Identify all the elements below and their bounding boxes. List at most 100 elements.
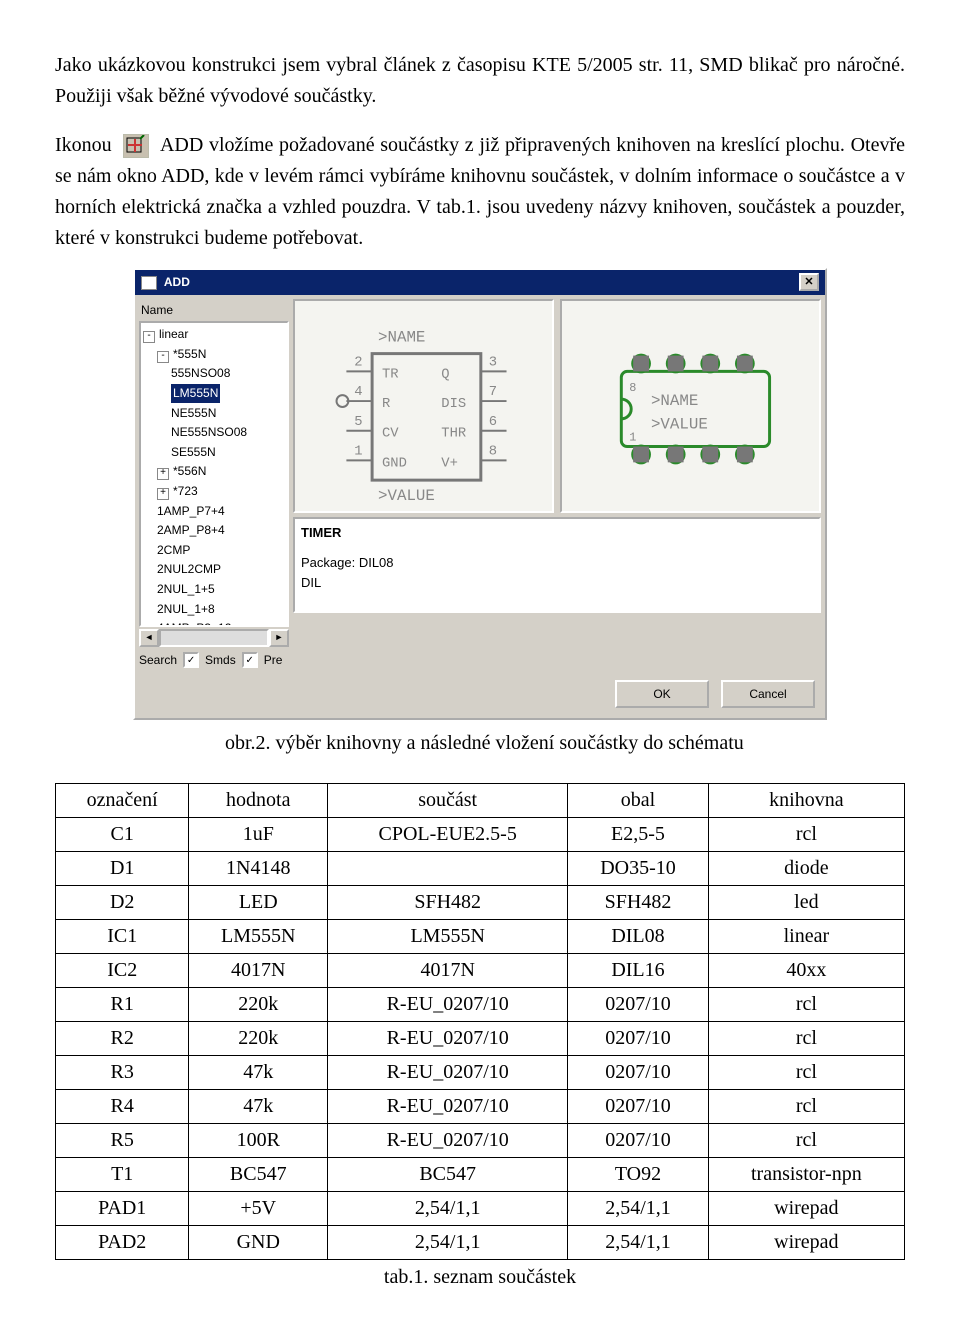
tree-group-556n[interactable]: *556N: [173, 464, 206, 478]
symbol-preview[interactable]: >NAME >VALUE: [293, 299, 554, 513]
table-cell: 2,54/1,1: [568, 1192, 708, 1226]
table-cell: IC2: [56, 954, 189, 988]
tree-expand-icon[interactable]: +: [157, 488, 169, 500]
table-row: IC1LM555NLM555NDIL08linear: [56, 920, 905, 954]
table-cell: DO35-10: [568, 852, 708, 886]
table-cell: D2: [56, 886, 189, 920]
tree-item[interactable]: 2AMP_P8+4: [143, 521, 287, 541]
info-package: Package: DIL08: [301, 553, 813, 573]
table-row: R5100RR-EU_0207/100207/10rcl: [56, 1124, 905, 1158]
table-cell: [328, 852, 568, 886]
table-cell: BC547: [189, 1158, 328, 1192]
table-cell: R-EU_0207/10: [328, 1124, 568, 1158]
intro-paragraph-2: Ikonou ADD vložíme požadované součástky …: [55, 130, 905, 254]
table-cell: SFH482: [568, 886, 708, 920]
preview-checkbox[interactable]: ✓: [242, 652, 258, 668]
table-cell: 0207/10: [568, 1056, 708, 1090]
table-cell: rcl: [708, 1124, 904, 1158]
table-row: R2220kR-EU_0207/100207/10rcl: [56, 1022, 905, 1056]
table-cell: +5V: [189, 1192, 328, 1226]
svg-text:>VALUE: >VALUE: [378, 486, 435, 504]
scroll-right-icon[interactable]: ►: [269, 629, 289, 647]
svg-text:6: 6: [489, 413, 497, 429]
table-cell: 0207/10: [568, 1022, 708, 1056]
table-cell: diode: [708, 852, 904, 886]
table-row: PAD2GND2,54/1,12,54/1,1wirepad: [56, 1226, 905, 1260]
tree-item[interactable]: 4AMP_P3+12: [143, 619, 287, 627]
info-title: TIMER: [301, 525, 341, 540]
svg-text:3: 3: [489, 354, 497, 370]
component-info: TIMER Package: DIL08 DIL: [293, 517, 821, 613]
table-cell: rcl: [708, 818, 904, 852]
tree-item[interactable]: SE555N: [171, 445, 216, 459]
tree-item[interactable]: 2NUL_1+8: [143, 600, 287, 620]
tree-item[interactable]: 555NSO08: [171, 366, 230, 380]
table-cell: DIL08: [568, 920, 708, 954]
table-cell: led: [708, 886, 904, 920]
th-obal: obal: [568, 784, 708, 818]
info-dil: DIL: [301, 573, 813, 593]
tree-group-723[interactable]: *723: [173, 484, 198, 498]
tree-item[interactable]: NE555NSO08: [171, 425, 247, 439]
table-cell: 220k: [189, 1022, 328, 1056]
tree-item[interactable]: 1AMP_P7+4: [143, 502, 287, 522]
table-cell: PAD1: [56, 1192, 189, 1226]
tree-item[interactable]: NE555N: [171, 406, 216, 420]
tree-group-555n[interactable]: *555N: [173, 347, 206, 361]
th-oznaceni: označení: [56, 784, 189, 818]
horizontal-scrollbar[interactable]: [159, 629, 269, 647]
table-cell: 1N4148: [189, 852, 328, 886]
table-cell: 2,54/1,1: [328, 1226, 568, 1260]
table-cell: 4017N: [189, 954, 328, 988]
svg-text:DIS: DIS: [441, 396, 466, 412]
library-tree[interactable]: -linear -*555N 555NSO08 LM555N NE555N NE…: [139, 321, 289, 627]
table-cell: SFH482: [328, 886, 568, 920]
name-column-header: Name: [141, 301, 289, 320]
smds-label: Smds: [205, 651, 236, 670]
close-icon[interactable]: ✕: [799, 273, 819, 291]
scroll-left-icon[interactable]: ◄: [139, 629, 159, 647]
tree-collapse-icon[interactable]: -: [157, 351, 169, 363]
svg-text:2: 2: [354, 354, 362, 370]
package-preview[interactable]: >NAME >VALUE 8 1: [560, 299, 821, 513]
table-cell: GND: [189, 1226, 328, 1260]
table-cell: 2,54/1,1: [568, 1226, 708, 1260]
table-cell: DIL16: [568, 954, 708, 988]
ok-button[interactable]: OK: [615, 680, 709, 709]
tree-collapse-icon[interactable]: -: [143, 331, 155, 343]
table-row: T1BC547BC547TO92transistor-npn: [56, 1158, 905, 1192]
table-cell: LM555N: [328, 920, 568, 954]
table-cell: R3: [56, 1056, 189, 1090]
table-cell: LM555N: [189, 920, 328, 954]
table-cell: rcl: [708, 988, 904, 1022]
figure-caption: obr.2. výběr knihovny a následné vložení…: [225, 728, 905, 759]
cancel-button[interactable]: Cancel: [721, 680, 815, 709]
table-cell: 47k: [189, 1056, 328, 1090]
tree-root[interactable]: linear: [159, 327, 188, 341]
table-row: D11N4148DO35-10diode: [56, 852, 905, 886]
table-cell: rcl: [708, 1056, 904, 1090]
table-row: D2LEDSFH482SFH482led: [56, 886, 905, 920]
tree-expand-icon[interactable]: +: [157, 468, 169, 480]
table-cell: R-EU_0207/10: [328, 988, 568, 1022]
tree-item-selected[interactable]: LM555N: [171, 384, 220, 403]
svg-text:1: 1: [629, 430, 636, 444]
table-row: R1220kR-EU_0207/100207/10rcl: [56, 988, 905, 1022]
svg-text:THR: THR: [441, 425, 466, 441]
table-cell: R4: [56, 1090, 189, 1124]
smds-checkbox[interactable]: ✓: [183, 652, 199, 668]
table-cell: wirepad: [708, 1192, 904, 1226]
table-cell: R2: [56, 1022, 189, 1056]
tree-item[interactable]: 2CMP: [143, 541, 287, 561]
tree-item[interactable]: 2NUL_1+5: [143, 580, 287, 600]
table-cell: rcl: [708, 1090, 904, 1124]
tree-item[interactable]: 2NUL2CMP: [143, 560, 287, 580]
table-cell: 1uF: [189, 818, 328, 852]
para2-part-a: Ikonou: [55, 134, 117, 156]
parts-table: označení hodnota součást obal knihovna C…: [55, 783, 905, 1260]
table-cell: PAD2: [56, 1226, 189, 1260]
table-cell: E2,5-5: [568, 818, 708, 852]
dialog-titlebar[interactable]: ADD ✕: [135, 270, 825, 295]
table-cell: linear: [708, 920, 904, 954]
table-cell: wirepad: [708, 1226, 904, 1260]
